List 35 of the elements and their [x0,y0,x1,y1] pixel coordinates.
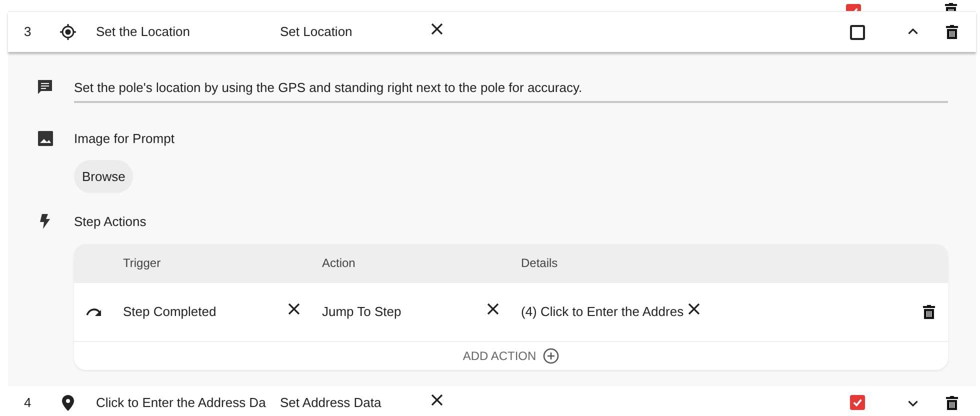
target-icon [60,24,76,40]
column-header: Trigger [123,255,162,272]
checkbox[interactable] [850,24,865,40]
section-label: Image for Prompt [74,130,174,148]
step-name[interactable]: Click to Enter the Address Da [96,392,272,412]
redo-icon [86,307,102,316]
step-type[interactable]: Set Location [280,22,430,42]
clear-icon[interactable] [686,302,701,316]
image-icon [38,130,53,146]
checkbox[interactable] [850,395,865,410]
prompt-field[interactable]: Set the pole's location by using the GPS and standing right next to the pole for accuracy. [74,78,948,102]
step-number: 3 [24,23,32,42]
checkmark-icon [852,397,863,408]
step-name[interactable]: Set the Location [96,22,272,42]
details-value[interactable]: (4) Click to Enter the Addres [521,302,684,322]
step-number: 4 [24,394,32,412]
clear-icon[interactable] [486,302,500,316]
delete-icon[interactable] [946,25,958,39]
bolt-icon [40,214,50,230]
action-value[interactable]: Jump To Step [322,302,486,322]
column-header: Action [322,255,356,272]
section-label: Step Actions [74,213,146,231]
clear-icon[interactable] [430,392,444,406]
pin-icon [62,394,74,410]
plus-circle-icon [543,348,560,364]
trigger-value[interactable]: Step Completed [123,302,287,322]
column-header: Details [521,255,559,272]
add-action-button[interactable]: ADD ACTION [462,346,560,364]
comment-icon [37,79,53,95]
delete-icon[interactable] [923,304,935,318]
clear-icon[interactable] [287,302,301,316]
clear-icon[interactable] [430,22,444,36]
delete-icon[interactable] [946,396,958,410]
browse-button[interactable]: Browse [74,160,134,193]
step-type[interactable]: Set Address Data [280,392,430,412]
